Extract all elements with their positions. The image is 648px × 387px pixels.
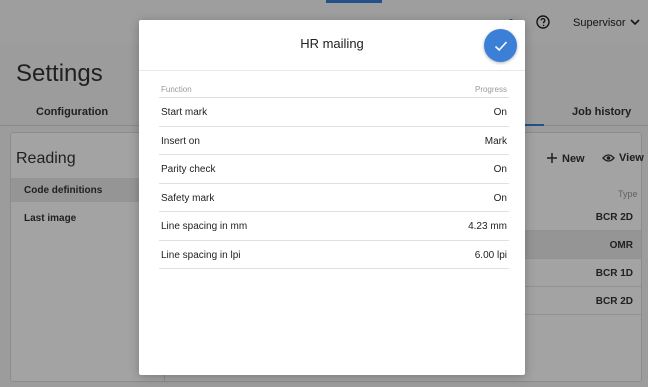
table-row: Line spacing in mm 4.23 mm	[159, 212, 509, 241]
function-cell: Insert on	[161, 135, 200, 147]
checkmark-icon	[494, 40, 507, 51]
table-row: Safety mark On	[159, 184, 509, 212]
function-cell: Start mark	[161, 107, 208, 118]
value-cell: 4.23 mm	[468, 221, 507, 232]
progress-column-header: Progress	[474, 85, 507, 94]
dialog-divider	[139, 70, 525, 71]
table-row: Insert on Mark	[159, 127, 509, 155]
value-cell: 6.00 lpi	[474, 249, 507, 261]
confirm-button[interactable]	[484, 29, 517, 62]
dialog-title: HR mailing	[300, 36, 364, 51]
value-cell: On	[493, 192, 507, 204]
settings-table: Function Progress Start mark On Insert o…	[159, 80, 509, 269]
hr-mailing-dialog: HR mailing Function Progress Start mark …	[139, 20, 525, 375]
function-cell: Safety mark	[161, 192, 215, 204]
value-cell: Mark	[484, 135, 507, 147]
function-cell: Line spacing in lpi	[161, 249, 241, 261]
table-row: Line spacing in lpi 6.00 lpi	[159, 241, 509, 269]
function-cell: Parity check	[161, 164, 216, 175]
value-cell: On	[493, 164, 507, 175]
value-cell: On	[493, 107, 507, 118]
function-column-header: Function	[161, 85, 192, 94]
table-header: Function Progress	[159, 80, 509, 98]
function-cell: Line spacing in mm	[161, 221, 248, 232]
table-row: Start mark On	[159, 98, 509, 127]
table-row: Parity check On	[159, 155, 509, 184]
